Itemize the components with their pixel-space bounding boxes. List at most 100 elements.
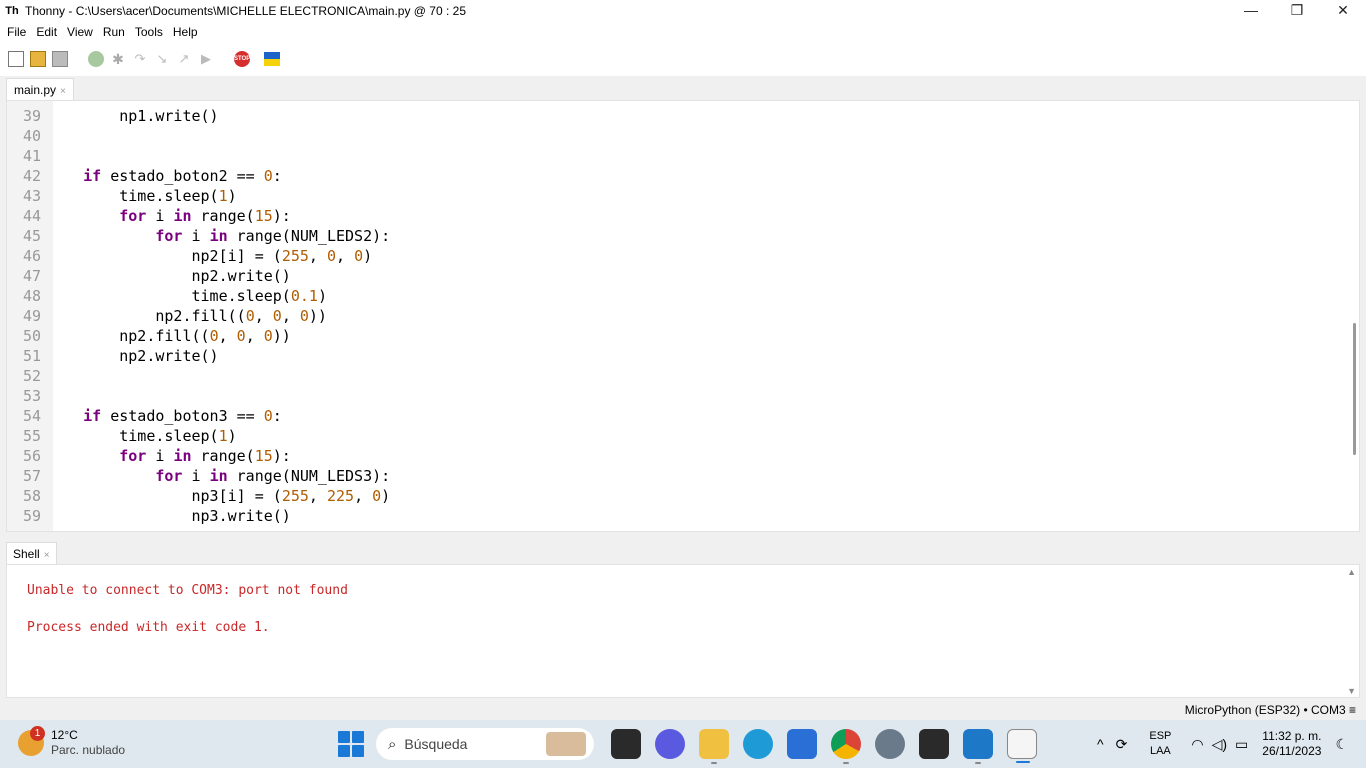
code-line: 51 np2.write() (7, 346, 1337, 366)
interpreter-selector[interactable]: MicroPython (ESP32) • COM3 ≡ (1185, 703, 1356, 717)
wifi-icon[interactable]: ◠ (1191, 736, 1203, 753)
taskbar-apps: ⌕ Búsqueda (338, 726, 1044, 764)
step-out-icon[interactable]: ↗ (176, 51, 192, 67)
code-line: 42 if estado_boton2 == 0: (7, 166, 1337, 186)
line-number: 46 (22, 247, 41, 265)
clock[interactable]: 11:32 p. m. 26/11/2023 (1262, 729, 1321, 759)
code-line: 56 for i in range(15): (7, 446, 1337, 466)
code-line: 50 np2.fill((0, 0, 0)) (7, 326, 1337, 346)
open-file-icon[interactable] (30, 51, 46, 67)
tab-shell[interactable]: Shell × (6, 542, 57, 564)
scroll-down-icon[interactable]: ▼ (1347, 686, 1356, 696)
line-number: 40 (22, 127, 41, 145)
line-number: 41 (22, 147, 41, 165)
scroll-up-icon[interactable]: ▲ (1347, 567, 1356, 577)
close-tab-icon[interactable]: × (60, 86, 66, 97)
line-number: 55 (22, 427, 41, 445)
code-line: 39 np1.write() (7, 106, 1337, 126)
chat-icon[interactable] (655, 729, 685, 759)
menu-run[interactable]: Run (103, 25, 125, 39)
run-icon[interactable] (88, 51, 104, 67)
code-text: for i in range(15): (119, 207, 291, 225)
code-line: 47 np2.write() (7, 266, 1337, 286)
code-line: 46 np2[i] = (255, 0, 0) (7, 246, 1337, 266)
vscode-icon[interactable] (963, 729, 993, 764)
title-bar: Th Thonny - C:\Users\acer\Documents\MICH… (0, 0, 1366, 22)
close-button[interactable]: ✕ (1320, 0, 1366, 22)
shell-exit-line: Process ended with exit code 1. (27, 620, 270, 635)
status-bar: MicroPython (ESP32) • COM3 ≡ (0, 700, 1366, 720)
menu-view[interactable]: View (67, 25, 93, 39)
store-icon[interactable] (787, 729, 817, 759)
language-code: ESP (1149, 730, 1172, 742)
code-line: 54 if estado_boton3 == 0: (7, 406, 1337, 426)
line-number: 49 (22, 307, 41, 325)
sync-icon[interactable]: ⟳ (1116, 736, 1128, 753)
line-number: 59 (22, 507, 41, 525)
stop-icon[interactable]: STOP (234, 51, 250, 67)
search-highlight-image (546, 732, 586, 756)
line-number: 51 (22, 347, 41, 365)
taskbar-search[interactable]: ⌕ Búsqueda (376, 728, 594, 760)
chevron-up-icon[interactable]: ^ (1097, 736, 1104, 752)
code-text: np2[i] = (255, 0, 0) (47, 247, 373, 265)
save-file-icon[interactable] (52, 51, 68, 67)
thonny-app-icon: Th (5, 5, 19, 17)
search-icon: ⌕ (388, 735, 397, 753)
code-line: 55 time.sleep(1) (7, 426, 1337, 446)
shell-panel[interactable]: Unable to connect to COM3: port not foun… (6, 564, 1360, 698)
line-number: 43 (22, 187, 41, 205)
tab-main-py[interactable]: main.py × (6, 78, 74, 100)
code-text: if estado_boton2 == 0: (83, 167, 282, 185)
resume-icon[interactable]: ▶ (198, 51, 214, 67)
file-explorer-icon[interactable] (699, 729, 729, 764)
code-line: 45 for i in range(NUM_LEDS2): (7, 226, 1337, 246)
notifications-icon[interactable]: ☾ (1335, 736, 1348, 753)
new-file-icon[interactable] (8, 51, 24, 67)
step-into-icon[interactable]: ↘ (154, 51, 170, 67)
minimize-button[interactable]: — (1228, 0, 1274, 22)
ukraine-flag-icon[interactable] (264, 52, 280, 66)
code-line: 48 time.sleep(0.1) (7, 286, 1337, 306)
thonny-icon[interactable] (1007, 729, 1037, 763)
code-text: np2.fill((0, 0, 0)) (47, 307, 327, 325)
terminal-icon[interactable] (919, 729, 949, 759)
shell-tab-bar: Shell × (0, 540, 1366, 564)
code-line: 52 (7, 366, 1337, 386)
line-number: 53 (22, 387, 41, 405)
code-line: 59 np3.write() (7, 506, 1337, 526)
menu-help[interactable]: Help (173, 25, 198, 39)
debug-icon[interactable]: ✱ (110, 51, 126, 67)
code-text: np2.write() (47, 347, 219, 365)
code-text: time.sleep(1) (47, 427, 237, 445)
windows-start-icon[interactable] (338, 731, 364, 757)
search-placeholder: Búsqueda (404, 736, 468, 752)
editor-scrollbar[interactable] (1353, 323, 1356, 455)
line-number: 47 (22, 267, 41, 285)
line-number: 52 (22, 367, 41, 385)
step-over-icon[interactable]: ↷ (132, 51, 148, 67)
menu-file[interactable]: File (7, 25, 26, 39)
maximize-button[interactable]: ❐ (1274, 0, 1320, 22)
line-number: 57 (22, 467, 41, 485)
line-number: 54 (22, 407, 41, 425)
menu-bar: File Edit View Run Tools Help (0, 22, 1366, 42)
code-text: time.sleep(0.1) (47, 287, 327, 305)
weather-widget[interactable]: 1 12°C Parc. nublado (18, 726, 125, 758)
language-indicator[interactable]: ESP LAA (1149, 729, 1171, 759)
close-shell-icon[interactable]: × (44, 550, 50, 561)
code-text: for i in range(15): (119, 447, 291, 465)
edge-icon[interactable] (743, 729, 773, 759)
chrome-icon[interactable] (831, 729, 861, 764)
task-view-icon[interactable] (611, 729, 641, 759)
code-line: 43 time.sleep(1) (7, 186, 1337, 206)
code-text: np2.fill((0, 0, 0)) (47, 327, 291, 345)
editor-tab-bar: main.py × (0, 76, 1366, 100)
menu-tools[interactable]: Tools (135, 25, 163, 39)
settings-icon[interactable] (875, 729, 905, 759)
battery-icon[interactable]: ▭ (1235, 736, 1248, 753)
line-number: 44 (22, 207, 41, 225)
volume-icon[interactable]: ◁) (1212, 736, 1227, 753)
menu-edit[interactable]: Edit (36, 25, 57, 39)
code-editor[interactable]: 39 np1.write() 40 41 42 if estado_boton2 ==… (6, 100, 1360, 532)
